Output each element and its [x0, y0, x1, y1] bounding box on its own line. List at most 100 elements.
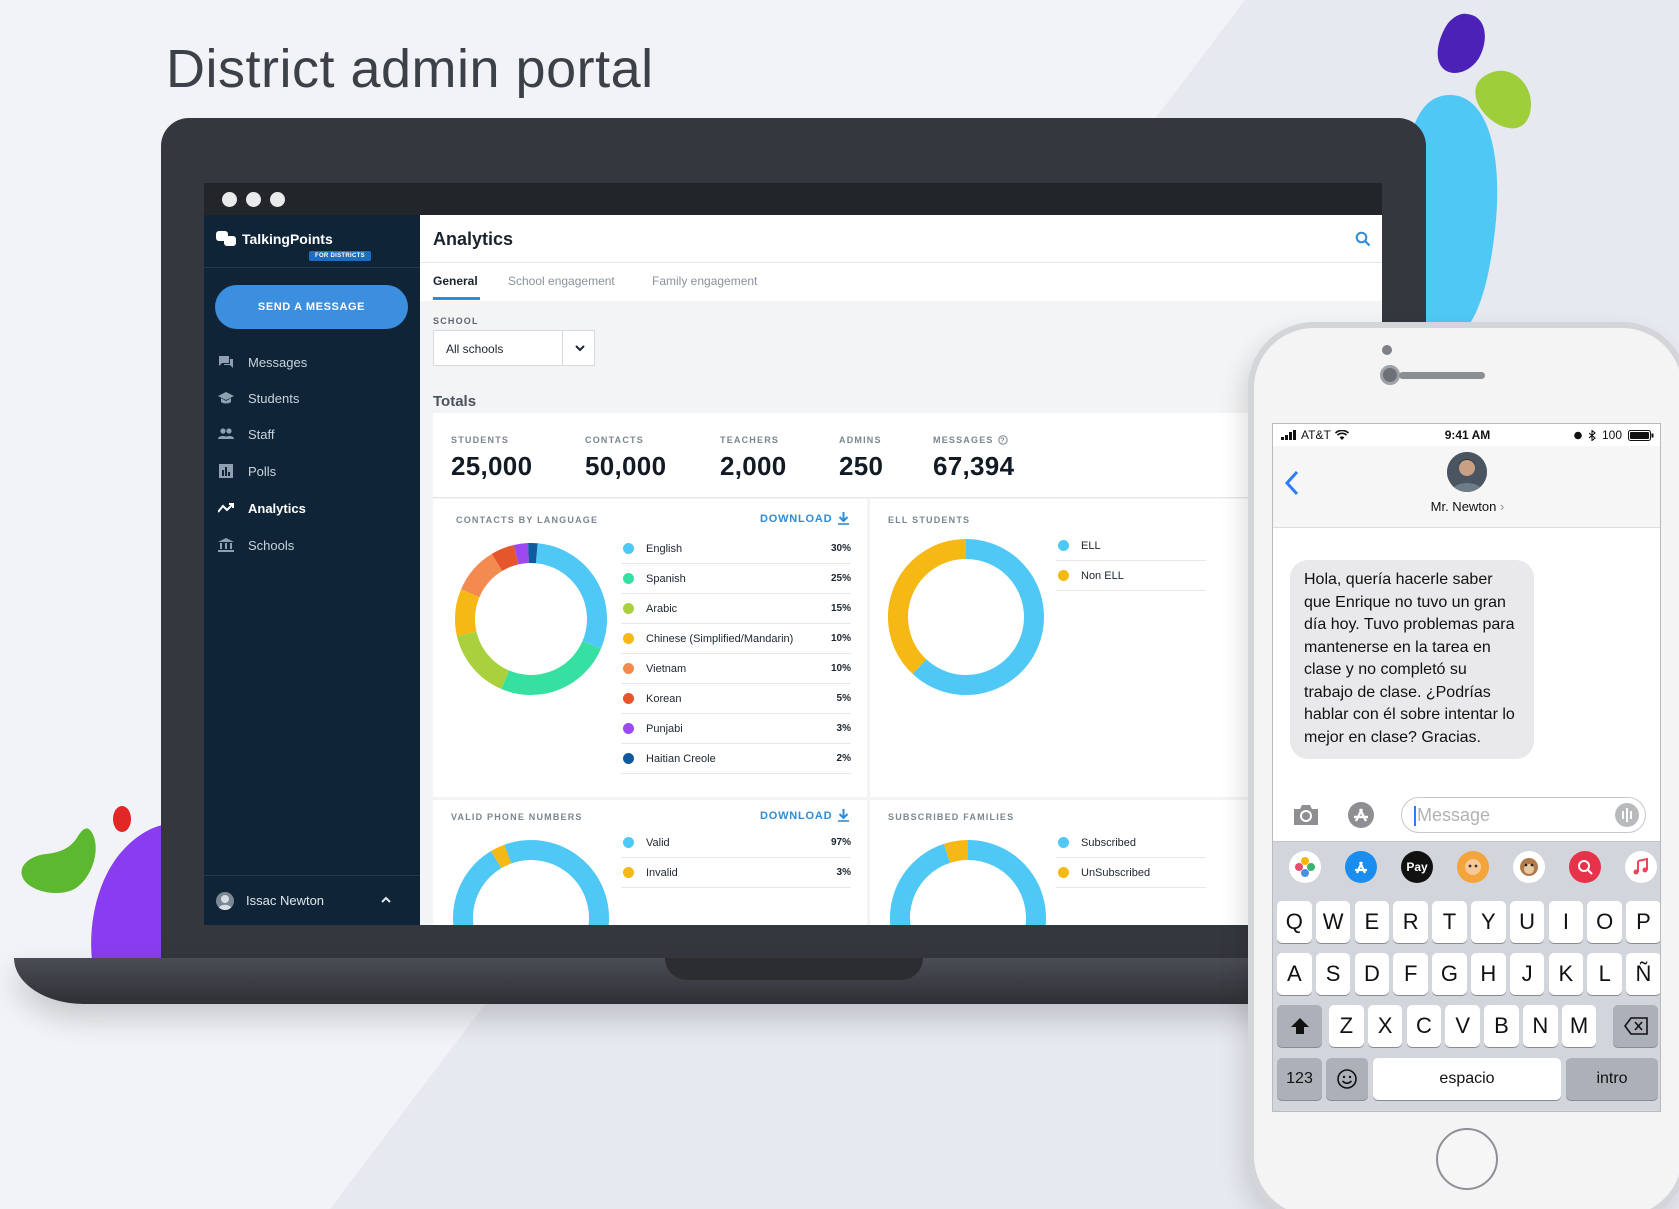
sidebar-item-polls[interactable]: Polls: [216, 460, 276, 482]
key-v[interactable]: V: [1445, 1005, 1480, 1047]
card-title: VALID PHONE NUMBERS: [451, 812, 583, 822]
shift-key[interactable]: [1277, 1005, 1322, 1047]
donut-slice-chinese-simplified-mandarin-[interactable]: [455, 589, 480, 637]
legend-label: Invalid: [646, 866, 678, 879]
key-y[interactable]: Y: [1471, 901, 1506, 943]
window-maximize-dot[interactable]: [270, 192, 285, 207]
key-m[interactable]: M: [1561, 1005, 1597, 1047]
space-key[interactable]: espacio: [1373, 1058, 1561, 1100]
donut-slice-arabic[interactable]: [456, 631, 510, 689]
send-message-button[interactable]: SEND A MESSAGE: [215, 285, 408, 329]
home-button[interactable]: [1436, 1128, 1498, 1190]
status-bar: AT&T 9:41 AM 100: [1273, 424, 1660, 446]
school-select[interactable]: All schools: [433, 330, 595, 366]
contact-name[interactable]: Mr. Newton ›: [1273, 499, 1660, 514]
tab-family-engagement[interactable]: Family engagement: [652, 274, 757, 288]
key-q[interactable]: Q: [1277, 901, 1312, 943]
key-d[interactable]: D: [1354, 953, 1390, 995]
brand-name: TalkingPoints: [242, 231, 333, 247]
search-icon[interactable]: [1355, 231, 1371, 247]
donut-slice-english[interactable]: [535, 543, 607, 649]
key-x[interactable]: X: [1367, 1005, 1403, 1047]
download-link[interactable]: DOWNLOAD: [760, 809, 850, 822]
card-title: CONTACTS BY LANGUAGE: [456, 515, 599, 525]
numbers-key[interactable]: 123: [1277, 1058, 1322, 1100]
donut-slice-valid[interactable]: [453, 840, 609, 925]
tab-school-engagement[interactable]: School engagement: [508, 274, 615, 288]
user-menu[interactable]: Issac Newton: [204, 875, 420, 925]
legend-label: English: [646, 542, 683, 555]
app-store-icon[interactable]: [1345, 800, 1377, 830]
legend-item: Spanish 25%: [621, 564, 851, 594]
music-app-icon[interactable]: [1625, 851, 1657, 883]
key-e[interactable]: E: [1354, 901, 1390, 943]
stat-messages: MESSAGES ? 67,394: [933, 435, 1015, 481]
key-ñ[interactable]: Ñ: [1626, 953, 1660, 995]
legend-swatch: [623, 753, 634, 764]
donut-slice-non-ell[interactable]: [888, 539, 967, 674]
donut-slice-vietnam[interactable]: [461, 553, 503, 598]
window-minimize-dot[interactable]: [246, 192, 261, 207]
sidebar-item-messages[interactable]: Messages: [216, 351, 307, 373]
key-p[interactable]: P: [1626, 901, 1660, 943]
messages-icon: [216, 354, 236, 370]
emoji-key[interactable]: [1326, 1058, 1368, 1100]
key-c[interactable]: C: [1406, 1005, 1442, 1047]
legend-label: Subscribed: [1081, 836, 1137, 849]
return-key[interactable]: intro: [1566, 1058, 1658, 1100]
memoji-app-icon[interactable]: [1457, 851, 1489, 883]
info-icon[interactable]: ?: [997, 435, 1008, 445]
contact-avatar[interactable]: [1447, 452, 1487, 492]
animoji-app-icon[interactable]: [1513, 851, 1545, 883]
chevron-up-icon[interactable]: [380, 894, 392, 906]
key-r[interactable]: R: [1393, 901, 1428, 943]
message-input[interactable]: Message: [1401, 797, 1646, 833]
backspace-key[interactable]: [1613, 1005, 1658, 1047]
key-a[interactable]: A: [1277, 953, 1312, 995]
search-images-app-icon[interactable]: [1569, 851, 1601, 883]
app-store-app-icon[interactable]: [1345, 851, 1377, 883]
key-b[interactable]: B: [1484, 1005, 1519, 1047]
back-chevron-icon[interactable]: [1283, 470, 1301, 496]
imessage-app-strip: Pay: [1273, 841, 1660, 891]
key-o[interactable]: O: [1587, 901, 1622, 943]
photos-app-icon[interactable]: [1289, 851, 1321, 883]
legend-label: Non ELL: [1081, 569, 1124, 582]
donut-slice-punjabi[interactable]: [513, 543, 530, 565]
donut-slice-unsubscribed[interactable]: [943, 840, 969, 863]
key-z[interactable]: Z: [1329, 1005, 1364, 1047]
sidebar-item-staff[interactable]: Staff: [216, 423, 275, 445]
donut-slice-subscribed[interactable]: [890, 840, 1046, 925]
audio-message-icon[interactable]: [1615, 803, 1639, 827]
key-j[interactable]: J: [1509, 953, 1545, 995]
donut-slice-ell[interactable]: [912, 539, 1044, 695]
camera-icon[interactable]: [1291, 802, 1321, 828]
key-f[interactable]: F: [1393, 953, 1428, 995]
sidebar-item-schools[interactable]: Schools: [216, 534, 294, 556]
key-w[interactable]: W: [1315, 901, 1351, 943]
donut-slice-spanish[interactable]: [501, 640, 601, 695]
legend-item: Vietnam 10%: [621, 654, 851, 684]
tab-general[interactable]: General: [433, 274, 478, 288]
sidebar-item-analytics[interactable]: Analytics: [216, 497, 306, 519]
window-close-dot[interactable]: [222, 192, 237, 207]
key-g[interactable]: G: [1432, 953, 1467, 995]
ell-students-donut: [888, 539, 1044, 695]
key-h[interactable]: H: [1471, 953, 1506, 995]
key-s[interactable]: S: [1315, 953, 1351, 995]
key-u[interactable]: U: [1509, 901, 1545, 943]
key-t[interactable]: T: [1432, 901, 1467, 943]
legend-item: Subscribed: [1056, 828, 1206, 858]
donut-slice-invalid[interactable]: [491, 844, 512, 869]
key-k[interactable]: K: [1548, 953, 1584, 995]
donut-slice-korean[interactable]: [491, 544, 519, 572]
key-n[interactable]: N: [1523, 1005, 1558, 1047]
download-link[interactable]: DOWNLOAD: [760, 512, 850, 525]
phone-screen: AT&T 9:41 AM 100 Mr. Newton › Hola, quer…: [1272, 423, 1661, 1112]
key-l[interactable]: L: [1587, 953, 1622, 995]
legend-swatch: [623, 693, 634, 704]
apple-pay-app-icon[interactable]: Pay: [1401, 851, 1433, 883]
key-i[interactable]: I: [1548, 901, 1584, 943]
incoming-message-bubble: Hola, quería hacerle saber que Enrique n…: [1290, 560, 1534, 759]
sidebar-item-students[interactable]: Students: [216, 387, 299, 409]
